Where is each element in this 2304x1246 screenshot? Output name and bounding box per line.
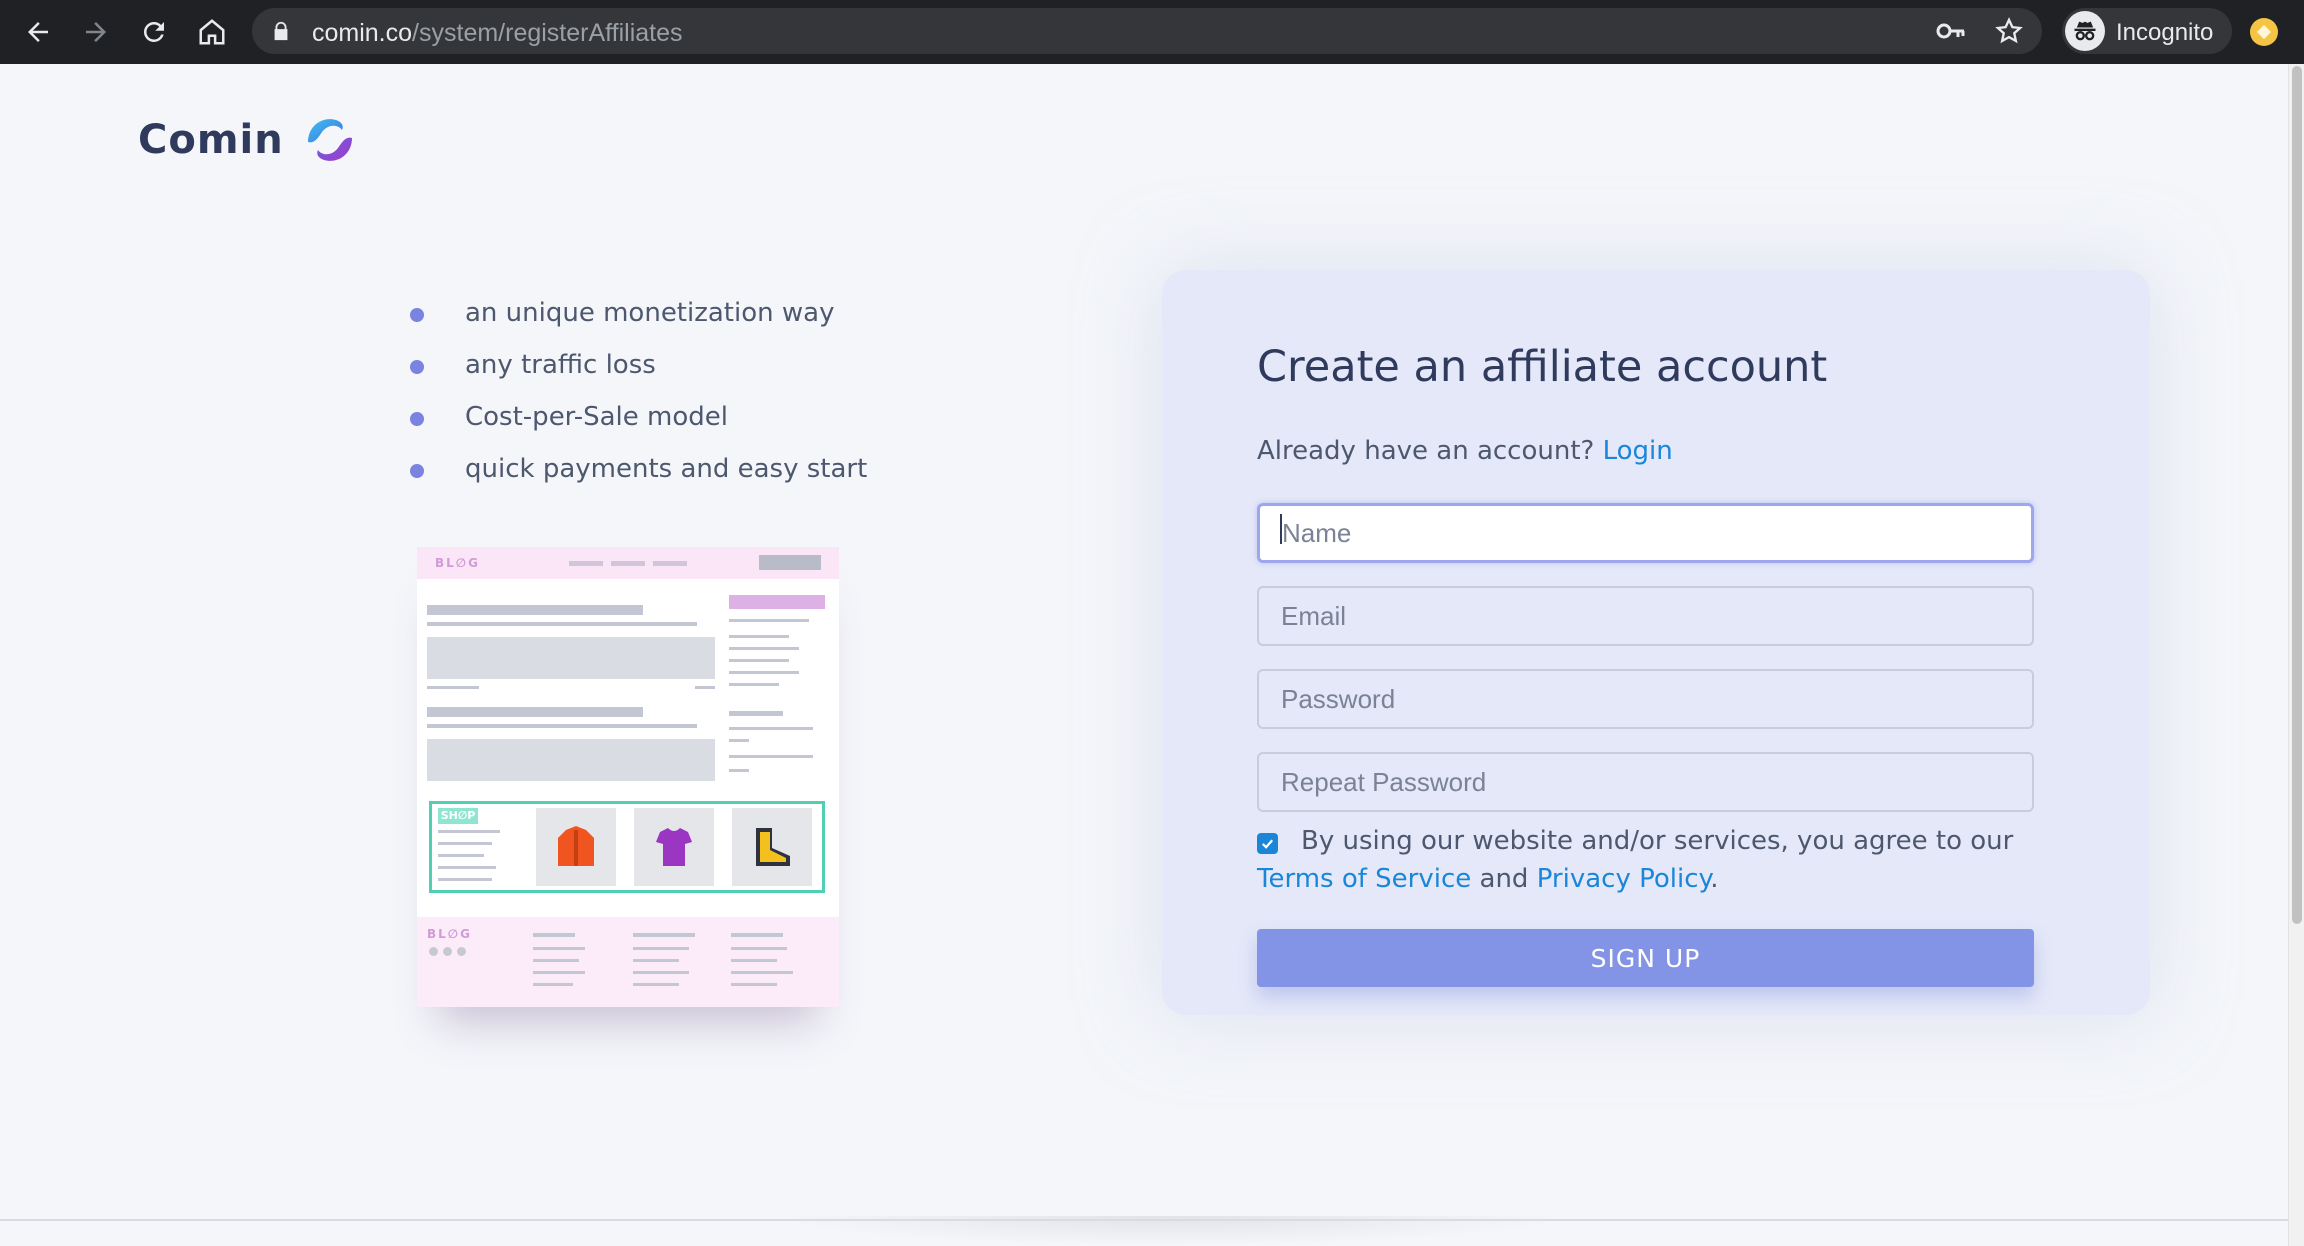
- url-host: comin.co: [312, 19, 413, 47]
- home-icon: [199, 19, 225, 45]
- terms-text: By using our website and/or services, yo…: [1257, 822, 2047, 898]
- incognito-icon: [2065, 11, 2105, 51]
- home-button[interactable]: [190, 10, 234, 54]
- back-icon: [28, 22, 48, 42]
- feature-item: Cost-per-Sale model: [410, 400, 867, 452]
- logo-mark-icon: [307, 119, 352, 161]
- signup-card: Create an affiliate account Already have…: [1162, 270, 2150, 1015]
- terms-and: and: [1479, 864, 1529, 894]
- url-path: /system/registerAffiliates: [412, 19, 683, 47]
- star-icon[interactable]: [1995, 17, 2023, 45]
- illustration-footer-blog-label: BL∅G: [427, 927, 472, 941]
- illustration-shop-label: SH∅P: [438, 808, 478, 824]
- url-text: comin.co/system/registerAffiliates: [312, 19, 683, 48]
- blog-shop-illustration: BL∅G SH∅P BL∅G: [417, 547, 839, 1007]
- tshirt-icon: [656, 828, 692, 866]
- illustration-footer: BL∅G: [417, 917, 839, 1007]
- feature-item: quick payments and easy start: [410, 452, 867, 504]
- boot-icon: [756, 828, 790, 866]
- login-link[interactable]: Login: [1603, 436, 1673, 466]
- product-jacket: [536, 808, 616, 886]
- forward-icon: [86, 22, 106, 42]
- have-account-text: Already have an account?: [1257, 436, 1595, 466]
- scrollbar-thumb[interactable]: [2292, 66, 2302, 924]
- feature-list: an unique monetization way any traffic l…: [410, 296, 867, 504]
- product-boot: [732, 808, 812, 886]
- back-button[interactable]: [16, 10, 60, 54]
- logo-text: Comin: [138, 117, 284, 163]
- extension-icon[interactable]: [2250, 18, 2278, 46]
- page-scrollbar[interactable]: [2288, 64, 2304, 1246]
- reload-icon: [143, 21, 164, 42]
- name-input[interactable]: [1257, 503, 2034, 563]
- illustration-shop-block: SH∅P: [429, 801, 825, 893]
- browser-toolbar: comin.co/system/registerAffiliates Incog…: [0, 0, 2304, 64]
- text-cursor: [1280, 514, 1282, 544]
- incognito-profile[interactable]: Incognito: [2062, 8, 2232, 54]
- terms-suffix: .: [1710, 864, 1719, 894]
- reload-button[interactable]: [132, 10, 176, 54]
- site-logo[interactable]: Comin: [138, 112, 358, 168]
- forward-button[interactable]: [74, 10, 118, 54]
- lock-icon: [274, 21, 288, 41]
- feature-item: any traffic loss: [410, 348, 867, 400]
- illustration-blog-label: BL∅G: [435, 556, 480, 570]
- jacket-icon: [558, 826, 594, 866]
- illustration-search: [759, 555, 821, 570]
- key-icon[interactable]: [1936, 19, 1966, 43]
- illustration-header: BL∅G: [417, 547, 839, 579]
- incognito-label: Incognito: [2116, 19, 2214, 46]
- email-input[interactable]: [1257, 586, 2034, 646]
- feature-item: an unique monetization way: [410, 296, 867, 348]
- product-tshirt: [634, 808, 714, 886]
- form-title: Create an affiliate account: [1257, 342, 1828, 392]
- privacy-policy-link[interactable]: Privacy Policy: [1537, 864, 1710, 894]
- password-input[interactable]: [1257, 669, 2034, 729]
- terms-prefix: By using our website and/or services, yo…: [1301, 826, 2014, 856]
- have-account-line: Already have an account? Login: [1257, 436, 1673, 466]
- repeat-password-input[interactable]: [1257, 752, 2034, 812]
- page-bottom-divider: [0, 1219, 2288, 1221]
- address-bar[interactable]: comin.co/system/registerAffiliates: [252, 8, 2042, 54]
- terms-of-service-link[interactable]: Terms of Service: [1257, 864, 1471, 894]
- sign-up-button[interactable]: SIGN UP: [1257, 929, 2034, 987]
